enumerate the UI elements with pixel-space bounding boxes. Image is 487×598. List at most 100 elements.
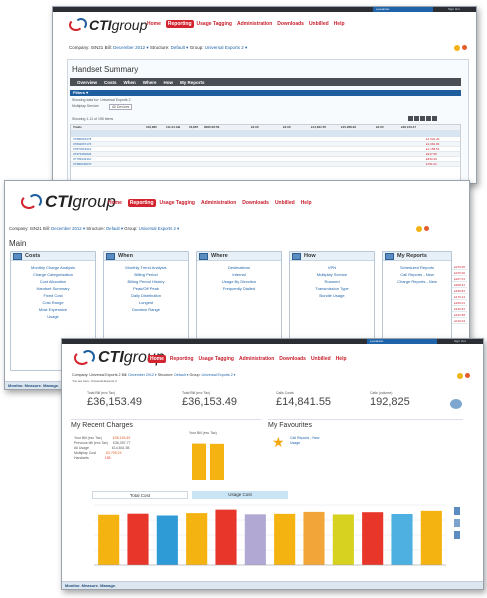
link-daily-distribution[interactable]: Daily Distribution <box>104 292 188 299</box>
page-2-button[interactable] <box>420 116 425 121</box>
sign-out-link[interactable]: Sign Out <box>454 339 466 344</box>
link-peak-off-peak[interactable]: Peak/Off Peak <box>104 285 188 292</box>
group-selector[interactable]: Universal Exports 2 ▾ <box>202 373 236 377</box>
tab-when[interactable]: When <box>124 80 136 85</box>
help-icon[interactable] <box>424 226 429 231</box>
chart-bar[interactable] <box>362 512 384 565</box>
link-scheduled-reports[interactable]: Scheduled Reports <box>383 264 451 271</box>
nav-home[interactable]: Home <box>108 200 122 206</box>
favourite-star-icon[interactable] <box>457 373 463 379</box>
link-billing-period-history[interactable]: Billing Period History <box>104 278 188 285</box>
export-icon[interactable] <box>454 507 460 515</box>
page-next-button[interactable] <box>432 116 437 121</box>
bill-selector[interactable]: December 2012 ▾ <box>128 373 156 377</box>
table-header[interactable] <box>71 130 460 137</box>
nav-home[interactable]: Home <box>145 20 163 28</box>
stat-total-bill[interactable]: Total Bill (exc Tax) £36,153.49 <box>87 391 142 408</box>
chart-bar[interactable] <box>420 510 442 565</box>
multiplay-select[interactable]: All Devices <box>109 104 133 110</box>
page-1-button[interactable] <box>414 116 419 121</box>
refresh-icon[interactable] <box>450 399 462 409</box>
link-longest[interactable]: Longest <box>104 299 188 306</box>
link-charge-reports-new[interactable]: Charge Reports - New <box>383 278 451 285</box>
tab-how[interactable]: How <box>164 80 174 85</box>
ctigroup-logo[interactable]: CTIgroup <box>21 192 116 212</box>
chart-bar[interactable] <box>244 514 266 565</box>
nav-reporting[interactable]: Reporting <box>170 356 194 362</box>
help-icon[interactable] <box>465 373 470 378</box>
page-first-button[interactable] <box>408 116 413 121</box>
nav-downloads[interactable]: Downloads <box>242 200 269 206</box>
link-multiplay-service[interactable]: Multiplay Service <box>290 271 374 278</box>
link-charge-categorisation[interactable]: Charge Categorisation <box>11 271 95 278</box>
tab-where[interactable]: Where <box>143 80 157 85</box>
chart-bar[interactable] <box>274 513 296 565</box>
chart-bar[interactable] <box>303 511 325 565</box>
nav-downloads[interactable]: Downloads <box>279 356 306 362</box>
stat-calls-volume[interactable]: Calls (volume) 192,825 <box>370 391 410 408</box>
nav-help[interactable]: Help <box>334 21 345 27</box>
link-cost-range[interactable]: Cost Range <box>11 299 95 306</box>
link-billing-period[interactable]: Billing Period <box>104 271 188 278</box>
favourite-star-icon[interactable] <box>454 45 460 51</box>
link-cost-allocation[interactable]: Cost Allocation <box>11 278 95 285</box>
chart-bar[interactable] <box>156 515 178 566</box>
tab-overview[interactable]: Overview <box>77 80 97 85</box>
structure-selector[interactable]: Default ▾ <box>106 226 123 231</box>
structure-selector[interactable]: Default ▾ <box>171 45 189 50</box>
nav-unbilled[interactable]: Unbilled <box>275 200 295 206</box>
tab-total-cost[interactable]: Total Cost <box>92 491 188 499</box>
tab-usage-cost[interactable]: Usage Cost <box>192 491 288 499</box>
chart-bar[interactable] <box>215 509 237 565</box>
stat-calls-costs[interactable]: Calls Costs £14,841.55 <box>276 391 331 408</box>
download-icon[interactable] <box>454 531 460 539</box>
group-selector[interactable]: Universal Exports 2 ▾ <box>205 45 248 50</box>
link-monthly-charge-analysis[interactable]: Monthly Charge Analysis <box>11 264 95 271</box>
link-roamed[interactable]: Roamed <box>290 278 374 285</box>
favourite-star-icon[interactable] <box>416 226 422 232</box>
nav-administration[interactable]: Administration <box>237 21 272 27</box>
link-monthly-trend-analysis[interactable]: Monthly Trend Analysis <box>104 264 188 271</box>
fav-usage[interactable]: Usage <box>290 441 319 446</box>
filters-toggle[interactable]: Filters ▾ <box>70 90 461 96</box>
nav-downloads[interactable]: Downloads <box>277 21 304 27</box>
link-destinations[interactable]: Destinations <box>197 264 281 271</box>
ctigroup-logo[interactable]: CTIgroup <box>69 17 147 33</box>
nav-usage-tagging[interactable]: Usage Tagging <box>160 200 195 206</box>
link-frequently-dialled[interactable]: Frequently Dialled <box>197 285 281 292</box>
user-menu[interactable]: e.pearson <box>373 7 433 12</box>
tab-costs[interactable]: Costs <box>104 80 117 85</box>
sign-out-link[interactable]: Sign Out <box>448 7 460 12</box>
link-vpn[interactable]: VPN <box>290 264 374 271</box>
nav-administration[interactable]: Administration <box>201 200 236 206</box>
nav-help[interactable]: Help <box>336 356 347 362</box>
nav-unbilled[interactable]: Unbilled <box>309 21 329 27</box>
link-most-expensive[interactable]: Most Expensive <box>11 306 95 313</box>
user-menu[interactable]: e.pearson <box>367 339 437 344</box>
page-3-button[interactable] <box>426 116 431 121</box>
link-handset-summary[interactable]: Handset Summary <box>11 285 95 292</box>
mini-chart-bar[interactable] <box>210 443 224 480</box>
structure-selector[interactable]: Default ▾ <box>174 373 188 377</box>
chart-bar[interactable] <box>98 514 120 565</box>
link-transmission-type[interactable]: Transmission Type <box>290 285 374 292</box>
tab-my-reports[interactable]: My Reports <box>180 80 205 85</box>
mini-chart-bar[interactable] <box>192 443 206 480</box>
link-usage[interactable]: Usage <box>11 313 95 320</box>
nav-administration[interactable]: Administration <box>239 356 274 362</box>
chart-bar[interactable] <box>332 514 354 565</box>
group-selector[interactable]: Universal Exports 2 ▾ <box>139 226 180 231</box>
link-usage-by-direction[interactable]: Usage By Direction <box>197 278 281 285</box>
nav-home[interactable]: Home <box>148 355 166 363</box>
print-icon[interactable] <box>454 519 460 527</box>
nav-reporting[interactable]: Reporting <box>127 199 156 207</box>
nav-usage-tagging[interactable]: Usage Tagging <box>199 356 234 362</box>
link-call-reports-new[interactable]: Call Reports - New <box>383 271 451 278</box>
link-duration-range[interactable]: Duration Range <box>104 306 188 313</box>
bill-selector[interactable]: December 2012 ▾ <box>113 45 149 50</box>
help-icon[interactable] <box>462 45 467 50</box>
nav-unbilled[interactable]: Unbilled <box>311 356 331 362</box>
link-bundle-usage[interactable]: Bundle Usage <box>290 292 374 299</box>
nav-usage-tagging[interactable]: Usage Tagging <box>197 21 232 27</box>
bill-selector[interactable]: December 2012 ▾ <box>51 226 85 231</box>
